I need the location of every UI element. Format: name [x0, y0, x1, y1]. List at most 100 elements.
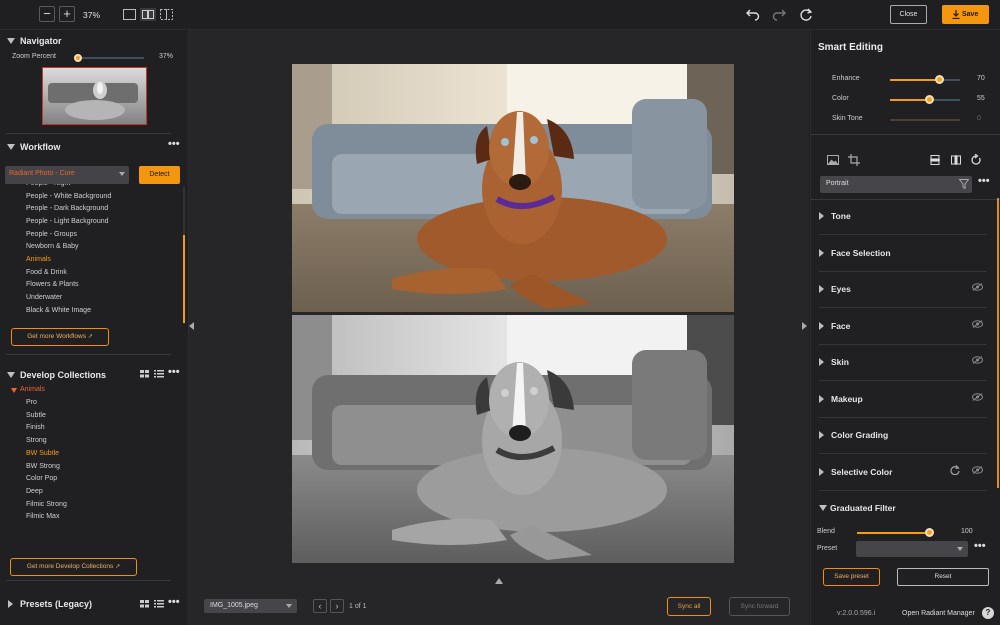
- workflow-item[interactable]: Flowers & Plants: [26, 281, 79, 288]
- redo-icon[interactable]: [772, 8, 786, 22]
- smart-slider-knob[interactable]: [935, 75, 944, 84]
- next-image-button[interactable]: ›: [330, 599, 344, 613]
- more-icon[interactable]: •••: [168, 138, 180, 150]
- workflow-item[interactable]: People - Night: [26, 184, 70, 187]
- help-icon[interactable]: ?: [982, 607, 994, 619]
- workflow-item[interactable]: Animals: [26, 256, 51, 263]
- prev-image-button[interactable]: ‹: [313, 599, 327, 613]
- smart-slider-label: Skin Tone: [832, 115, 863, 122]
- grid-view-icon[interactable]: [140, 370, 150, 378]
- single-view-icon[interactable]: [123, 9, 136, 20]
- filmstrip-toggle-icon[interactable]: [495, 578, 503, 584]
- smart-slider-knob[interactable]: [924, 95, 934, 104]
- visibility-off-icon[interactable]: [972, 319, 983, 330]
- zoom-in-button[interactable]: +: [59, 6, 75, 22]
- compare-view-icon[interactable]: [160, 9, 173, 20]
- before-image[interactable]: [292, 315, 734, 563]
- close-button[interactable]: Close: [890, 5, 927, 24]
- workflow-item[interactable]: People - Groups: [26, 231, 77, 238]
- workflow-select[interactable]: Radiant Photo - Core: [5, 166, 129, 184]
- divider: [6, 580, 171, 581]
- right-scrollbar-thumb[interactable]: [997, 198, 999, 488]
- file-select[interactable]: IMG_1005.jpeg: [204, 599, 297, 613]
- collapse-icon[interactable]: [7, 144, 15, 150]
- workflow-item[interactable]: Food & Drink: [26, 269, 67, 276]
- undo-icon[interactable]: [746, 8, 760, 22]
- zoom-slider-track[interactable]: [74, 57, 144, 59]
- zoom-out-button[interactable]: −: [39, 6, 55, 22]
- collection-item[interactable]: BW Strong: [26, 463, 60, 470]
- navigator-thumbnail[interactable]: [42, 67, 147, 125]
- workflow-item[interactable]: Black & White Image: [26, 307, 91, 314]
- reset-button[interactable]: Reset: [897, 568, 989, 586]
- external-link-icon: ↗: [87, 334, 93, 340]
- panel-makeup[interactable]: Makeup: [819, 382, 987, 418]
- workflow-item[interactable]: People - Light Background: [26, 218, 109, 225]
- visibility-off-icon[interactable]: [972, 392, 983, 403]
- smart-slider-track[interactable]: [890, 119, 960, 121]
- collection-item[interactable]: Finish: [26, 424, 45, 431]
- visibility-off-icon[interactable]: [972, 465, 983, 476]
- collection-item[interactable]: Filmic Strong: [26, 501, 67, 508]
- adjustment-panels: Tone Face Selection Eyes Face Skin Makeup Colo…: [811, 199, 1000, 491]
- list-view-icon[interactable]: [154, 600, 164, 608]
- blend-slider-knob[interactable]: [925, 528, 934, 537]
- collapse-icon[interactable]: [819, 505, 827, 511]
- collection-item[interactable]: Pro: [26, 399, 37, 406]
- panel-tone[interactable]: Tone: [819, 199, 987, 235]
- collapse-right-panel-icon[interactable]: [802, 322, 807, 330]
- panel-skin[interactable]: Skin: [819, 345, 987, 381]
- rotate-icon[interactable]: [971, 154, 982, 166]
- collection-item[interactable]: Deep: [26, 488, 43, 495]
- panel-selective-color[interactable]: Selective Color: [819, 455, 987, 491]
- preset-category-select[interactable]: Portrait: [820, 176, 972, 193]
- grid-view-icon[interactable]: [140, 600, 150, 608]
- workflow-item[interactable]: Underwater: [26, 294, 62, 301]
- after-image[interactable]: [292, 64, 734, 312]
- zoom-slider-knob[interactable]: [73, 54, 82, 62]
- collapse-left-panel-icon[interactable]: [189, 322, 194, 330]
- collection-item[interactable]: Strong: [26, 437, 47, 444]
- detect-button[interactable]: Detect: [139, 166, 180, 184]
- open-radiant-manager-link[interactable]: Open Radiant Manager: [902, 610, 975, 617]
- sync-all-button[interactable]: Sync all: [667, 597, 711, 616]
- expand-icon[interactable]: [8, 600, 13, 608]
- more-icon[interactable]: •••: [974, 540, 986, 552]
- visibility-off-icon[interactable]: [972, 356, 983, 366]
- collapse-icon[interactable]: [7, 372, 15, 378]
- save-preset-button[interactable]: Save preset: [823, 568, 880, 586]
- collection-group-label[interactable]: Animals: [20, 386, 45, 393]
- get-more-collections-button[interactable]: Get more Develop Collections ↗: [10, 558, 137, 576]
- list-view-icon[interactable]: [154, 370, 164, 378]
- divider: [6, 133, 171, 134]
- collapse-icon[interactable]: [7, 38, 15, 44]
- more-icon[interactable]: •••: [978, 175, 990, 187]
- collection-item[interactable]: Subtle: [26, 412, 46, 419]
- panel-face-selection[interactable]: Face Selection: [819, 236, 987, 272]
- image-icon[interactable]: [827, 155, 839, 165]
- collection-item[interactable]: Filmic Max: [26, 513, 59, 520]
- reset-all-icon[interactable]: [799, 8, 813, 22]
- panel-face[interactable]: Face: [819, 309, 987, 345]
- expand-icon[interactable]: [11, 388, 17, 393]
- sync-forward-button[interactable]: Sync forward: [729, 597, 790, 616]
- more-icon[interactable]: •••: [168, 596, 180, 608]
- flip-horizontal-icon[interactable]: [951, 155, 961, 165]
- graduated-preset-select[interactable]: [856, 541, 968, 557]
- panel-color-grading[interactable]: Color Grading: [819, 418, 987, 454]
- panel-eyes[interactable]: Eyes: [819, 272, 987, 308]
- collection-item[interactable]: BW Subtle: [26, 450, 59, 457]
- workflow-item[interactable]: Newborn & Baby: [26, 243, 79, 250]
- scrollbar-thumb[interactable]: [183, 235, 185, 323]
- workflow-item[interactable]: People - White Background: [26, 193, 111, 200]
- reset-icon[interactable]: [950, 464, 960, 477]
- flip-vertical-icon[interactable]: [930, 155, 940, 165]
- more-icon[interactable]: •••: [168, 366, 180, 378]
- visibility-off-icon[interactable]: [972, 283, 983, 293]
- split-view-icon[interactable]: [140, 8, 156, 21]
- save-button[interactable]: Save: [942, 5, 989, 24]
- workflow-item[interactable]: People - Dark Background: [26, 205, 108, 212]
- collection-item[interactable]: Color Pop: [26, 475, 57, 482]
- get-more-workflows-button[interactable]: Get more Workflows ↗: [11, 328, 109, 346]
- crop-icon[interactable]: [848, 154, 860, 166]
